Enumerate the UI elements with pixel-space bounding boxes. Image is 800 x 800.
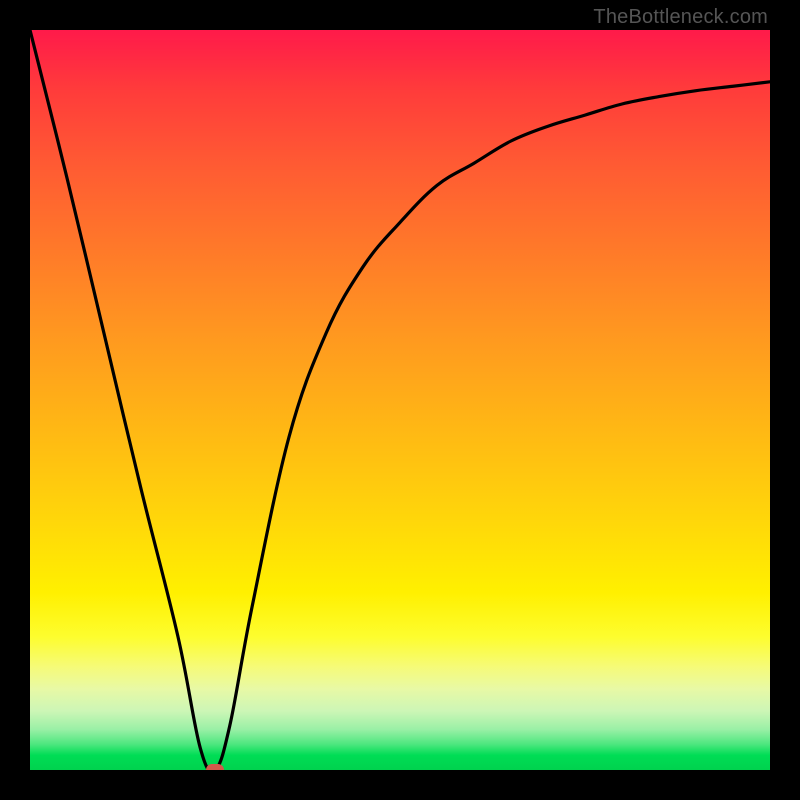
chart-frame: TheBottleneck.com	[0, 0, 800, 800]
plot-area	[30, 30, 770, 770]
bottleneck-curve	[30, 30, 770, 770]
minimum-point-marker	[206, 764, 224, 770]
watermark-label: TheBottleneck.com	[593, 6, 768, 29]
